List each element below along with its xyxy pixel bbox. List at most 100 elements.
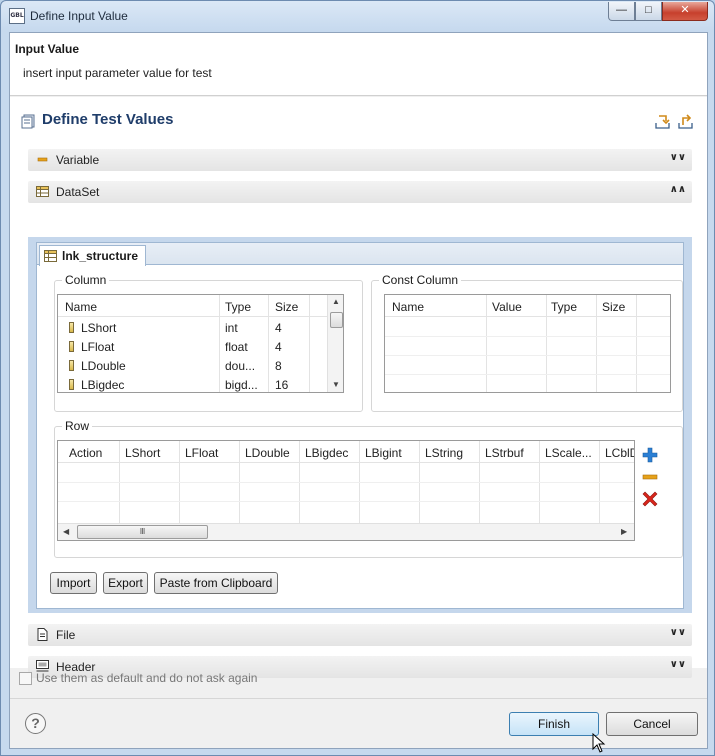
row-header-lscale[interactable]: LScale... xyxy=(545,446,592,460)
finish-button[interactable]: Finish xyxy=(509,712,599,736)
column-table-vscroll[interactable]: ▲ ▼ xyxy=(327,295,343,392)
tab-label: lnk_structure xyxy=(62,249,139,263)
table-row-name[interactable]: LFloat xyxy=(81,340,114,354)
row-header-lshort[interactable]: LShort xyxy=(125,446,160,460)
table-icon xyxy=(44,250,57,262)
section-dataset-label: DataSet xyxy=(56,185,100,199)
table-row-type: int xyxy=(225,321,238,335)
section-file-label: File xyxy=(56,628,76,642)
tab-strip: lnk_structure xyxy=(37,243,683,266)
dataset-tab-folder: lnk_structure Column Name Type Size LSho… xyxy=(36,242,684,609)
import-button[interactable]: Import xyxy=(50,572,97,594)
scroll-thumb[interactable]: Ⅲ xyxy=(77,525,208,539)
close-button[interactable]: ✕ xyxy=(662,2,708,21)
const-table-header: Name Value Type Size xyxy=(385,295,670,317)
wizard-title: Input Value xyxy=(15,42,80,56)
const-header-size[interactable]: Size xyxy=(602,300,625,314)
column-header-type[interactable]: Type xyxy=(225,300,251,314)
delete-row-icon[interactable] xyxy=(642,491,658,507)
cancel-button[interactable]: Cancel xyxy=(606,712,698,736)
column-group: Column Name Type Size LShort int 4 LFloa… xyxy=(54,273,363,412)
paste-from-clipboard-button[interactable]: Paste from Clipboard xyxy=(154,572,278,594)
field-icon xyxy=(69,341,74,352)
row-header-lbigint[interactable]: LBigint xyxy=(365,446,402,460)
table-row-name[interactable]: LDouble xyxy=(81,359,126,373)
variable-icon xyxy=(37,157,48,162)
row-header-lfloat[interactable]: LFloat xyxy=(185,446,218,460)
maximize-button[interactable]: □ xyxy=(635,2,662,21)
minimize-button[interactable]: — xyxy=(608,2,635,21)
mouse-cursor-icon xyxy=(592,733,606,753)
table-row-size: 4 xyxy=(275,340,282,354)
row-table[interactable]: Action LShort LFloat LDouble LBigdec LBi… xyxy=(57,440,635,541)
table-row-size: 16 xyxy=(275,378,289,392)
default-checkbox-label[interactable]: Use them as default and do not ask again xyxy=(36,671,257,685)
table-icon xyxy=(36,186,49,197)
section-variable[interactable]: Variable ∨∨ xyxy=(28,149,692,171)
row-header-lstrbuf[interactable]: LStrbuf xyxy=(485,446,524,460)
app-icon: GBL xyxy=(9,8,25,24)
add-row-icon[interactable] xyxy=(642,447,658,463)
help-icon[interactable]: ? xyxy=(25,713,46,734)
scroll-left-icon[interactable]: ◀ xyxy=(63,527,69,536)
table-row-size: 8 xyxy=(275,359,282,373)
chevron-down-icon: ∨∨ xyxy=(669,627,686,638)
column-header-size[interactable]: Size xyxy=(275,300,298,314)
default-checkbox[interactable] xyxy=(19,672,32,685)
export-icon[interactable] xyxy=(677,114,694,129)
const-header-type[interactable]: Type xyxy=(551,300,577,314)
row-header-lstring[interactable]: LString xyxy=(425,446,463,460)
scroll-thumb[interactable] xyxy=(330,312,343,328)
row-group: Row Action LShort LFloat LDouble LBigdec… xyxy=(54,419,683,558)
remove-row-icon[interactable] xyxy=(642,469,658,485)
row-header-action[interactable]: Action xyxy=(69,446,102,460)
table-row-name[interactable]: LBigdec xyxy=(81,378,124,392)
const-column-group: Const Column Name Value Type Size xyxy=(371,273,683,412)
const-column-table[interactable]: Name Value Type Size xyxy=(384,294,671,393)
table-row-size: 4 xyxy=(275,321,282,335)
title-bar[interactable]: GBL Define Input Value — □ ✕ xyxy=(1,1,714,31)
const-header-value[interactable]: Value xyxy=(492,300,522,314)
field-icon xyxy=(69,322,74,333)
const-column-group-title: Const Column xyxy=(379,273,462,287)
row-table-header: Action LShort LFloat LDouble LBigdec LBi… xyxy=(58,441,634,463)
chevron-up-icon: ∧∧ xyxy=(669,184,686,195)
row-header-ldouble[interactable]: LDouble xyxy=(245,446,290,460)
const-header-name[interactable]: Name xyxy=(392,300,424,314)
file-icon xyxy=(37,628,48,641)
scroll-down-icon[interactable]: ▼ xyxy=(332,380,340,389)
section-dataset[interactable]: DataSet ∧∧ xyxy=(28,181,692,203)
table-row-type: float xyxy=(225,340,248,354)
footer-divider xyxy=(10,698,707,699)
table-row-name[interactable]: LShort xyxy=(81,321,116,335)
wizard-header: Input Value insert input parameter value… xyxy=(10,33,707,96)
chevron-down-icon: ∨∨ xyxy=(669,152,686,163)
table-row-type: dou... xyxy=(225,359,256,373)
window-title: Define Input Value xyxy=(30,9,128,23)
scroll-right-icon[interactable]: ▶ xyxy=(621,527,627,536)
row-header-lcbld[interactable]: LCblD xyxy=(605,446,634,460)
field-icon xyxy=(69,360,74,371)
form-icon xyxy=(21,114,35,129)
column-group-title: Column xyxy=(62,273,110,287)
form-page: Define Test Values Variable ∨∨ DataSet ∧… xyxy=(10,97,707,678)
field-icon xyxy=(69,379,74,390)
column-header-name[interactable]: Name xyxy=(65,300,97,314)
table-row-type: bigd... xyxy=(225,378,258,392)
tab-lnk-structure[interactable]: lnk_structure xyxy=(39,245,146,266)
row-header-lbigdec[interactable]: LBigdec xyxy=(305,446,348,460)
row-group-title: Row xyxy=(62,419,93,433)
column-table[interactable]: Name Type Size LShort int 4 LFloat float… xyxy=(57,294,344,393)
row-table-hscroll[interactable]: ◀ Ⅲ ▶ xyxy=(58,523,634,540)
dialog-window: GBL Define Input Value — □ ✕ Input Value… xyxy=(0,0,715,756)
wizard-subtitle: insert input parameter value for test xyxy=(23,66,212,80)
dataset-panel: lnk_structure Column Name Type Size LSho… xyxy=(28,237,692,613)
import-icon[interactable] xyxy=(654,114,671,129)
scroll-up-icon[interactable]: ▲ xyxy=(332,297,340,306)
section-file[interactable]: File ∨∨ xyxy=(28,624,692,646)
form-title: Define Test Values xyxy=(42,111,174,128)
export-button[interactable]: Export xyxy=(103,572,148,594)
dialog-client-area: Input Value insert input parameter value… xyxy=(9,32,708,753)
section-variable-label: Variable xyxy=(56,153,100,167)
column-table-header: Name Type Size xyxy=(58,295,327,317)
